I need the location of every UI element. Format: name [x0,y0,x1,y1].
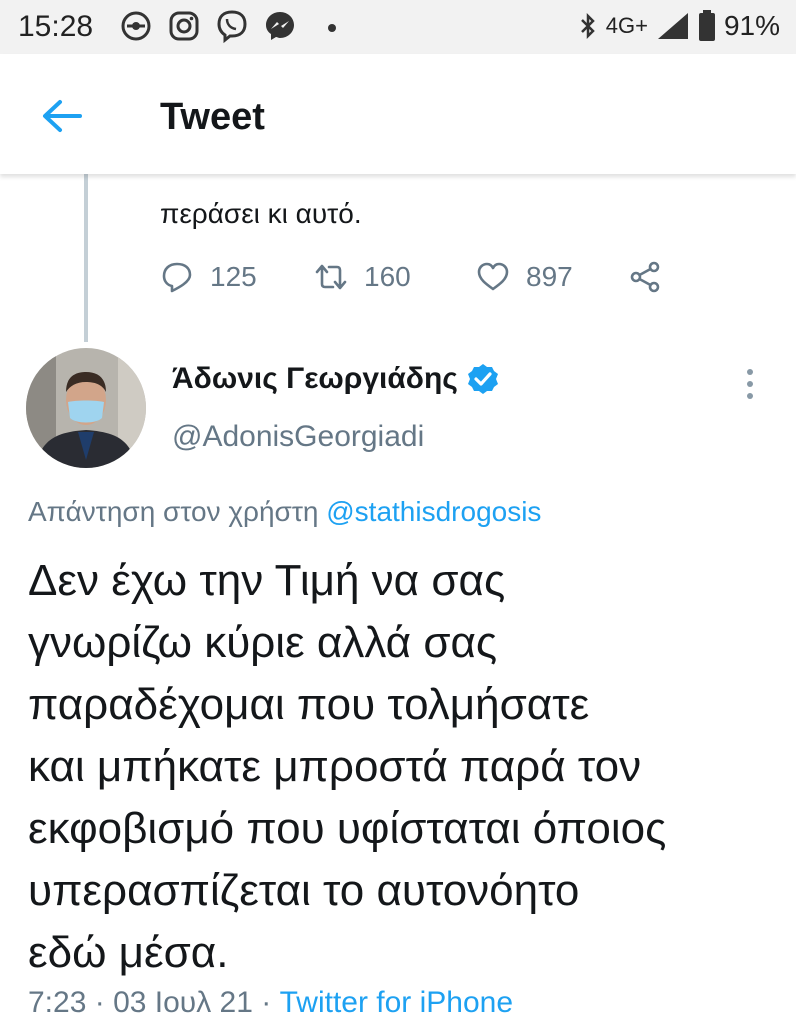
avatar[interactable] [26,348,146,468]
like-action[interactable]: 897 [476,260,628,294]
retweet-action[interactable]: 160 [314,260,476,294]
signal-icon [657,13,688,39]
verified-badge-icon [467,364,498,394]
retweet-count: 160 [364,261,411,292]
tweet-date: 03 Ιουλ 21 [113,986,253,1019]
viber-icon [217,10,247,44]
bluetooth-icon [580,12,595,40]
meta-separator: · [261,986,272,1019]
app-header: Tweet [0,54,796,174]
battery-icon [698,10,715,41]
page-title: Tweet [160,96,265,138]
author-handle[interactable]: @AdonisGeorgiadi [172,420,424,454]
tweet-line: εδώ μέσα. [28,928,229,977]
reply-mention-link[interactable]: @stathisdrogosis [326,496,541,527]
heart-icon [477,262,509,291]
dot-icon [328,24,336,32]
meta-separator: · [94,986,105,1019]
tweet-line: γνωρίζω κύριε αλλά σας [28,618,498,667]
tweet-line: υπερασπίζεται το αυτονόητο [28,866,580,915]
share-icon [630,261,660,293]
status-bar: 15:28 4G+ 91% [0,0,796,54]
tweet-text: Δεν έχω την Τιμή να σας γνωρίζω κύριε αλ… [28,550,788,984]
tweet-line: παραδέχομαι που τολμήσατε [28,680,590,729]
tweet-source-link[interactable]: Twitter for iPhone [280,986,513,1019]
messenger-icon [266,12,294,40]
thread-connector-line [84,172,88,342]
tweet-time: 7:23 [28,986,87,1019]
instagram-icon [169,11,199,41]
tweet-meta: 7:23 · 03 Ιουλ 21 · Twitter for iPhone [28,986,513,1020]
share-action[interactable] [628,260,662,294]
profile-photo [26,348,146,468]
like-count: 897 [526,261,573,292]
reply-prefix: Απάντηση στον χρήστη [28,496,319,527]
tweet-line: και μπήκατε μπροστά παρά τον [28,742,642,791]
tweet-line: Δεν έχω την Τιμή να σας [28,556,506,605]
previous-tweet-actions: 125 160 897 [160,252,662,302]
reply-icon [162,262,192,293]
author-name[interactable]: Άδωνις Γεωργιάδης [172,362,458,396]
reply-count: 125 [210,261,257,292]
reply-action[interactable]: 125 [160,260,314,294]
author-name-row: Άδωνις Γεωργιάδης [172,362,500,396]
retweet-icon [315,264,347,290]
status-time: 15:28 [18,10,94,43]
network-type: 4G+ [605,13,648,38]
tweet-line: εκφοβισμό που υφίσταται όποιος [28,804,667,853]
previous-tweet-text: περάσει κι αυτό. [160,198,362,229]
reply-context: Απάντηση στον χρήστη @stathisdrogosis [28,496,541,528]
sync-icon [121,11,151,41]
battery-level: 91% [723,10,780,41]
more-options-icon[interactable] [740,366,760,406]
back-arrow-icon[interactable] [40,98,84,134]
status-right: 4G+ 91% [578,10,780,42]
